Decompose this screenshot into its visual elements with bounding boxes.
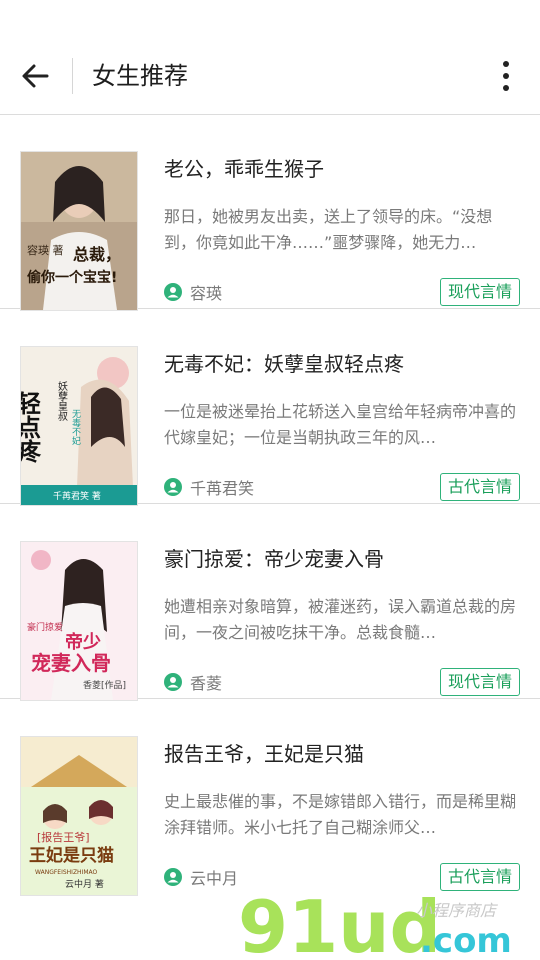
user-icon	[164, 868, 182, 886]
svg-text:.com: .com	[420, 921, 512, 960]
user-icon	[164, 478, 182, 496]
list-item[interactable]: 豪门掠爱 帝少 宠妻入骨 香菱[作品] 豪门掠爱：帝少宠妻入骨 她遭相亲对象暗算…	[0, 504, 540, 701]
book-title[interactable]: 无毒不妃：妖孽皇叔轻点疼	[164, 349, 404, 379]
app-bar: 女生推荐	[0, 34, 540, 115]
author-name: 香菱	[190, 674, 223, 693]
author-name: 云中月	[190, 869, 239, 888]
svg-text:WANGFEISHIZHIMAO: WANGFEISHIZHIMAO	[35, 869, 98, 876]
more-vertical-icon	[503, 61, 509, 91]
list-item[interactable]: 容瑛 著 总裁， 偷你一个宝宝! 老公，乖乖生猴子 那日，她被男友出卖，送上了领…	[0, 114, 540, 311]
svg-text:帝少: 帝少	[65, 631, 101, 653]
book-cover[interactable]: 豪门掠爱 帝少 宠妻入骨 香菱[作品]	[20, 541, 138, 701]
author-name: 千苒君笑	[190, 479, 255, 498]
book-description: 史上最悲催的事，不是嫁错郎入错行，而是稀里糊涂拜错师。米小七托了自己糊涂师父…	[164, 792, 516, 837]
svg-text:小程序商店: 小程序商店	[416, 901, 498, 920]
book-cover[interactable]: 容瑛 著 总裁， 偷你一个宝宝!	[20, 151, 138, 311]
svg-text:千苒君笑 著: 千苒君笑 著	[53, 490, 101, 502]
header-divider	[72, 58, 73, 94]
svg-text:轻点疼: 轻点疼	[21, 390, 42, 464]
author-name: 容瑛	[190, 284, 223, 303]
author-row: 云中月	[164, 865, 238, 889]
book-title[interactable]: 报告王爷，王妃是只猫	[164, 739, 364, 769]
genre-tag[interactable]: 古代言情	[439, 473, 520, 501]
svg-text:妖孽皇叔: 妖孽皇叔	[56, 380, 68, 422]
svg-text:香菱[作品]: 香菱[作品]	[83, 679, 126, 691]
svg-text:容瑛 著: 容瑛 著	[27, 243, 64, 257]
user-icon	[164, 283, 182, 301]
genre-tag[interactable]: 现代言情	[439, 668, 520, 696]
book-description: 她遭相亲对象暗算，被灌迷药，误入霸道总裁的房间，一夜之间被吃抹干净。总裁食髓…	[164, 597, 516, 642]
svg-text:云中月 著: 云中月 著	[65, 878, 104, 890]
svg-text:王妃是只猫: 王妃是只猫	[29, 845, 114, 866]
list-item[interactable]: [报告王爷] 王妃是只猫 WANGFEISHIZHIMAO 云中月 著 报告王爷…	[0, 699, 540, 896]
book-description: 一位是被迷晕抬上花轿送入皇宫给年轻病帝冲喜的代嫁皇妃；一位是当朝执政三年的风…	[164, 402, 516, 447]
book-cover[interactable]: [报告王爷] 王妃是只猫 WANGFEISHIZHIMAO 云中月 著	[20, 736, 138, 896]
genre-tag[interactable]: 现代言情	[439, 278, 520, 306]
back-button[interactable]	[14, 54, 58, 98]
svg-text:无毒不妃: 无毒不妃	[70, 409, 81, 446]
svg-text:偷你一个宝宝!: 偷你一个宝宝!	[27, 269, 117, 286]
svg-text:91ud: 91ud	[238, 885, 441, 960]
more-button[interactable]	[492, 56, 520, 96]
book-title[interactable]: 豪门掠爱：帝少宠妻入骨	[164, 544, 384, 574]
book-description: 那日，她被男友出卖，送上了领导的床。“没想到，你竟如此干净……”噩梦骤降，她无力…	[164, 207, 493, 252]
list-item[interactable]: 轻点疼 妖孽皇叔 无毒不妃 千苒君笑 著 无毒不妃：妖孽皇叔轻点疼 一位是被迷晕…	[0, 309, 540, 506]
back-arrow-icon	[22, 64, 49, 88]
page-title: 女生推荐	[92, 62, 188, 90]
status-bar	[0, 0, 540, 34]
watermark-logo: 91ud .com 小程序商店	[238, 885, 512, 960]
svg-text:总裁，: 总裁，	[73, 245, 121, 264]
author-row: 千苒君笑	[164, 475, 254, 499]
author-row: 香菱	[164, 670, 222, 694]
svg-text:豪门掠爱: 豪门掠爱	[27, 621, 63, 633]
user-icon	[164, 673, 182, 691]
svg-text:宠妻入骨: 宠妻入骨	[31, 651, 111, 675]
book-title[interactable]: 老公，乖乖生猴子	[164, 154, 324, 184]
svg-text:[报告王爷]: [报告王爷]	[37, 830, 90, 844]
book-cover[interactable]: 轻点疼 妖孽皇叔 无毒不妃 千苒君笑 著	[20, 346, 138, 506]
book-list: 容瑛 著 总裁， 偷你一个宝宝! 老公，乖乖生猴子 那日，她被男友出卖，送上了领…	[0, 114, 540, 896]
author-row: 容瑛	[164, 280, 222, 304]
